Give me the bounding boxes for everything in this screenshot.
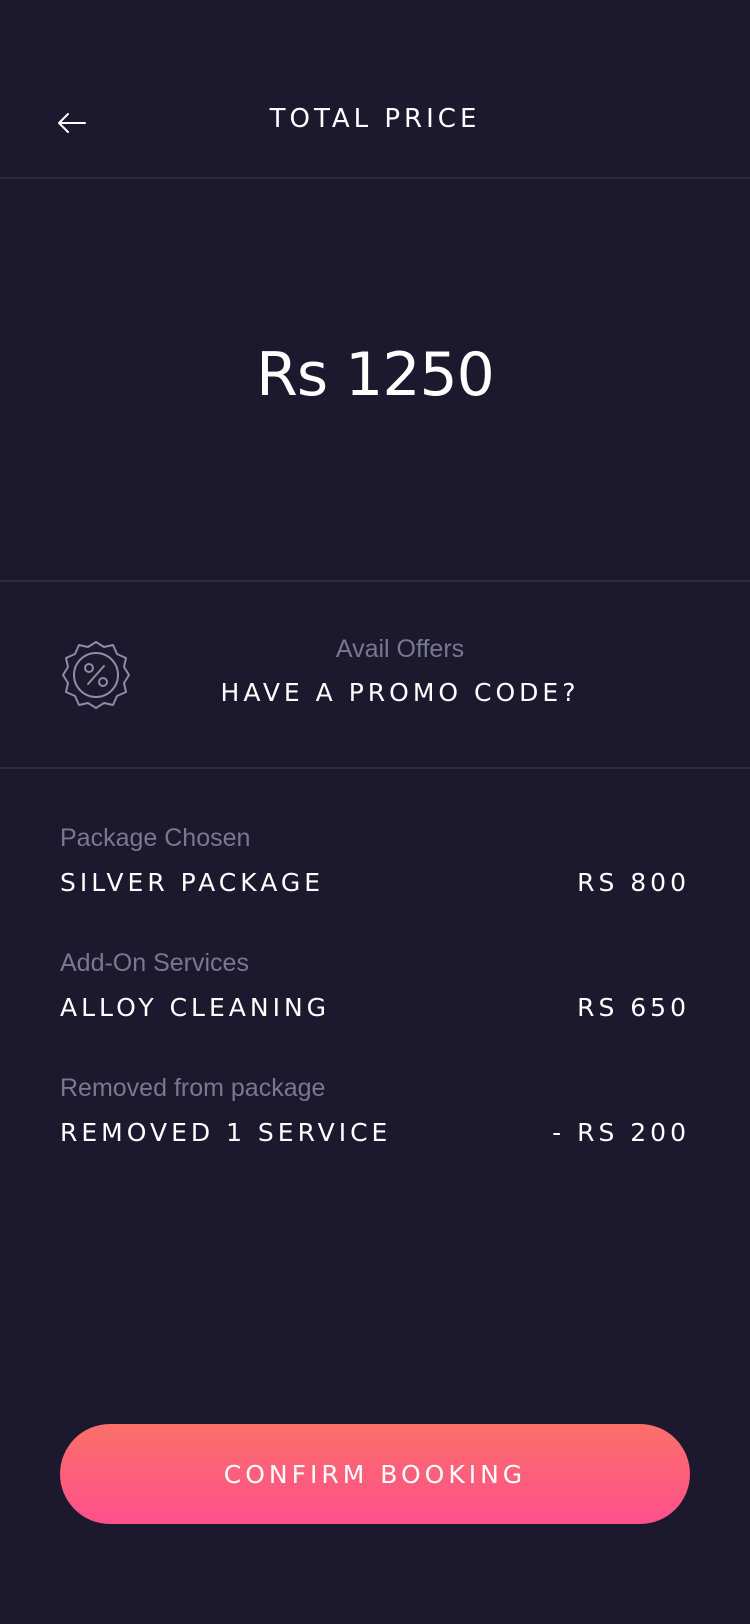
line-item-name: ALLOY CLEANING	[60, 993, 331, 1022]
line-item-removed: Removed from package REMOVED 1 SERVICE -…	[60, 1074, 690, 1174]
promo-subtitle: Avail Offers	[335, 635, 465, 663]
header-bar: TOTAL PRICE	[0, 0, 750, 179]
line-item-addon: Add-On Services ALLOY CLEANING RS 650	[60, 949, 690, 1049]
line-item-label: Package Chosen	[60, 824, 251, 852]
page-title: TOTAL PRICE	[269, 104, 481, 134]
confirm-booking-button[interactable]: CONFIRM BOOKING	[60, 1424, 690, 1524]
line-item-package: Package Chosen SILVER PACKAGE RS 800	[60, 824, 690, 924]
line-item-label: Removed from package	[60, 1074, 326, 1102]
promo-title: HAVE A PROMO CODE?	[220, 678, 580, 707]
line-item-price: RS 650	[577, 993, 690, 1022]
line-item-price: - RS 200	[552, 1118, 690, 1147]
promo-code-row[interactable]: Avail Offers HAVE A PROMO CODE?	[0, 582, 750, 769]
line-item-name: REMOVED 1 SERVICE	[60, 1118, 392, 1147]
discount-badge-icon	[62, 641, 130, 709]
line-item-price: RS 800	[577, 868, 690, 897]
line-item-name: SILVER PACKAGE	[60, 868, 325, 897]
line-item-label: Add-On Services	[60, 949, 249, 977]
total-price-section: Rs 1250	[0, 179, 750, 582]
total-amount: Rs 1250	[256, 340, 495, 410]
